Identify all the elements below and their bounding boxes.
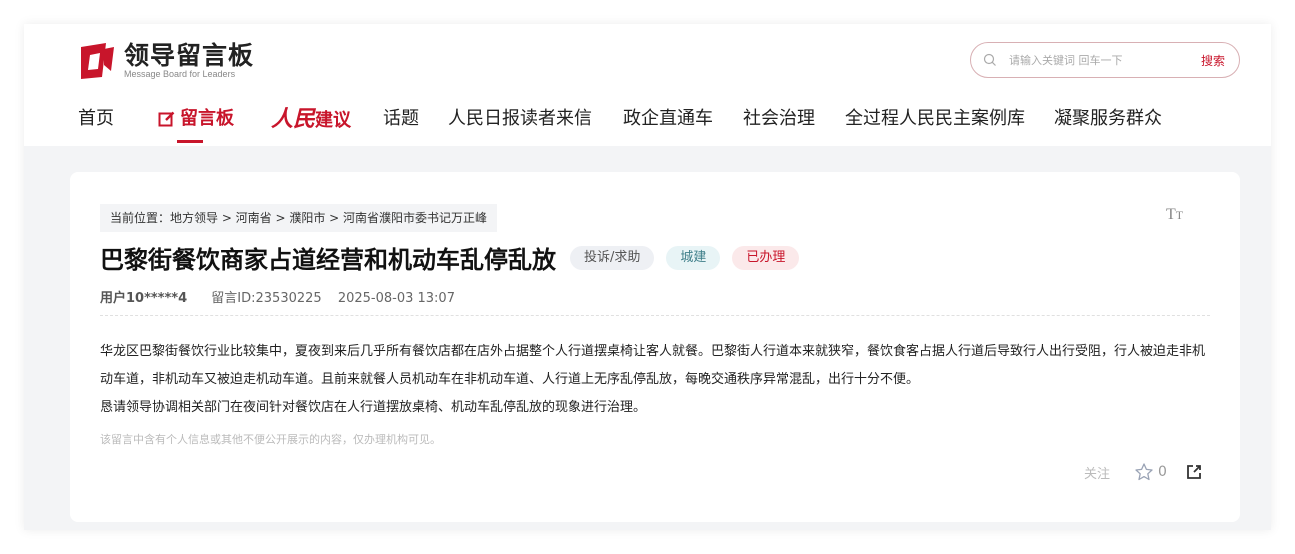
message-actions: 关注 0 (1084, 462, 1203, 482)
message-author: 用户10*****4 (100, 291, 188, 306)
search-icon (983, 53, 996, 66)
logo-title: 领导留言板 (124, 41, 255, 70)
message-board-logo-icon (81, 43, 114, 79)
nav-people-suggestions[interactable]: 人民建议 (271, 105, 351, 135)
tag-category: 投诉/求助 (570, 245, 655, 270)
search-box: 搜索 (970, 42, 1240, 78)
content-paragraph: 恳请领导协调相关部门在夜间针对餐饮店在人行道摆放桌椅、机动车乱停乱放的现象进行治… (100, 400, 647, 415)
share-icon[interactable] (1185, 463, 1203, 481)
nav-active-indicator (177, 140, 203, 143)
nav-message-board[interactable]: 留言板 (158, 105, 234, 133)
content-paragraph: 华龙区巴黎街餐饮行业比较集中，夏夜到来后几乎所有餐饮店都在店外占据整个人行道摆桌… (100, 344, 1206, 387)
nav-message-board-label: 留言板 (180, 108, 234, 129)
nav-social-governance[interactable]: 社会治理 (743, 105, 815, 133)
message-content: 华龙区巴黎街餐饮行业比较集中，夏夜到来后几乎所有餐饮店都在店外占据整个人行道摆桌… (100, 338, 1212, 422)
nav-reader-letters[interactable]: 人民日报读者来信 (448, 105, 592, 133)
message-card: 当前位置：地方领导 > 河南省 > 濮阳市 > 河南省濮阳市委书记万正峰 TT … (70, 172, 1240, 522)
status-badge: 已办理 (732, 245, 800, 270)
message-title: 巴黎街餐饮商家占道经营和机动车乱停乱放 (100, 246, 556, 274)
follow-button[interactable]: 关注 (1084, 463, 1110, 482)
message-id: 留言ID:23530225 (211, 291, 322, 306)
privacy-notice: 该留言中含有个人信息或其他不便公开展示的内容，仅办理机构可见。 (100, 433, 441, 446)
message-meta: 用户10*****4 留言ID:23530225 2025-08-03 13:0… (100, 287, 455, 306)
favorite-button[interactable]: 0 (1134, 462, 1167, 482)
page-frame: 领导留言板 Message Board for Leaders 搜索 首页 留言… (24, 24, 1271, 530)
search-button[interactable]: 搜索 (1201, 52, 1225, 69)
favorite-count: 0 (1158, 464, 1167, 480)
nav-enterprise-express[interactable]: 政企直通车 (623, 105, 713, 133)
divider (100, 315, 1210, 316)
message-datetime: 2025-08-03 13:07 (337, 291, 455, 306)
edit-note-icon (158, 111, 175, 127)
nav-home[interactable]: 首页 (78, 105, 114, 133)
star-icon (1135, 463, 1153, 481)
site-logo[interactable]: 领导留言板 Message Board for Leaders (78, 41, 254, 81)
logo-subtitle: Message Board for Leaders (124, 69, 236, 79)
nav-people-suggestions-brand: 人民 (271, 106, 316, 132)
search-input[interactable] (1009, 53, 1179, 67)
nav-serve-masses[interactable]: 凝聚服务群众 (1054, 105, 1162, 133)
title-row: 巴黎街餐饮商家占道经营和机动车乱停乱放 投诉/求助 城建 已办理 (100, 240, 800, 275)
nav-people-suggestions-label: 建议 (315, 110, 352, 131)
tag-domain: 城建 (666, 245, 721, 270)
nav-topics[interactable]: 话题 (383, 105, 419, 133)
font-size-toggle[interactable]: TT (1166, 206, 1183, 224)
breadcrumb: 当前位置：地方领导 > 河南省 > 濮阳市 > 河南省濮阳市委书记万正峰 (100, 204, 498, 232)
nav-democracy-cases[interactable]: 全过程人民民主案例库 (845, 105, 1025, 133)
site-header: 领导留言板 Message Board for Leaders 搜索 首页 留言… (24, 24, 1271, 146)
